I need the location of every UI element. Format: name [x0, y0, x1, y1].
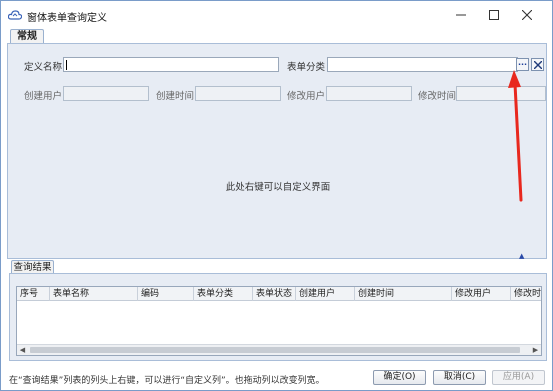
result-grid[interactable]: 序号 表单名称 编码 表单分类 表单状态 创建用户 创建时间 修改用户 修改时 … — [16, 286, 542, 356]
cloud-app-icon — [8, 10, 22, 20]
column-header-form-status[interactable]: 表单状态 — [253, 287, 296, 301]
status-hint: 在“查询结果”列表的列头上右键，可以进行“自定义列”。也拖动列以改变列宽。 — [9, 376, 325, 386]
scroll-right-icon[interactable]: ▶ — [530, 345, 541, 355]
column-header-form-name[interactable]: 表单名称 — [50, 287, 138, 301]
dialog-window: 窗体表单查询定义 常规 定义名称 表单分类 ... 创建用户 创建时间 修改用户… — [0, 0, 553, 391]
grid-header: 序号 表单名称 编码 表单分类 表单状态 创建用户 创建时间 修改用户 修改时 — [17, 287, 541, 301]
modified-user-field — [326, 86, 412, 101]
apply-button[interactable]: 应用(A) — [492, 370, 545, 385]
column-header-modified-user[interactable]: 修改用户 — [452, 287, 511, 301]
column-header-modified-time[interactable]: 修改时 — [511, 287, 541, 301]
general-panel[interactable]: 定义名称 表单分类 ... 创建用户 创建时间 修改用户 修改时间 此处右键可以… — [7, 43, 547, 259]
form-category-input[interactable] — [327, 57, 518, 72]
column-header-created-time[interactable]: 创建时间 — [355, 287, 452, 301]
status-bar: 在“查询结果”列表的列头上右键，可以进行“自定义列”。也拖动列以改变列宽。 确定… — [1, 365, 552, 390]
close-icon — [522, 10, 532, 20]
clear-category-button[interactable] — [531, 58, 544, 71]
custom-area-message: 此处右键可以自定义界面 — [225, 182, 331, 193]
modified-user-label: 修改用户 — [287, 91, 326, 102]
modified-time-label: 修改时间 — [418, 91, 457, 102]
maximize-button[interactable] — [483, 5, 505, 25]
scroll-left-icon[interactable]: ◀ — [17, 345, 28, 355]
column-header-created-user[interactable]: 创建用户 — [296, 287, 355, 301]
horizontal-scrollbar[interactable]: ◀ ▶ — [17, 344, 541, 355]
cancel-button[interactable]: 取消(C) — [433, 370, 486, 385]
modified-time-field — [456, 86, 546, 101]
column-header-index[interactable]: 序号 — [17, 287, 50, 301]
minimize-icon — [456, 14, 466, 16]
created-time-label: 创建时间 — [156, 91, 195, 102]
title-bar[interactable]: 窗体表单查询定义 — [1, 1, 552, 29]
scroll-thumb[interactable] — [30, 347, 520, 353]
column-header-code[interactable]: 编码 — [138, 287, 194, 301]
definition-name-label: 定义名称 — [24, 62, 63, 73]
ok-button[interactable]: 确定(O) — [373, 370, 426, 385]
form-category-label: 表单分类 — [287, 62, 326, 73]
maximize-icon — [489, 10, 499, 20]
close-button[interactable] — [516, 5, 538, 25]
tab-general[interactable]: 常规 — [10, 29, 44, 44]
browse-category-button[interactable]: ... — [516, 58, 529, 71]
created-user-label: 创建用户 — [24, 91, 63, 102]
clear-icon — [533, 60, 542, 69]
tab-query-result[interactable]: 查询结果 — [11, 260, 54, 274]
column-header-form-category[interactable]: 表单分类 — [194, 287, 253, 301]
minimize-button[interactable] — [450, 5, 472, 25]
definition-name-input[interactable] — [63, 57, 279, 72]
text-caret — [66, 60, 67, 70]
collapse-up-icon[interactable]: ▲ — [519, 252, 524, 260]
result-panel: 序号 表单名称 编码 表单分类 表单状态 创建用户 创建时间 修改用户 修改时 … — [9, 273, 547, 361]
created-time-field — [195, 86, 281, 101]
window-title: 窗体表单查询定义 — [27, 13, 107, 24]
created-user-field — [63, 86, 149, 101]
